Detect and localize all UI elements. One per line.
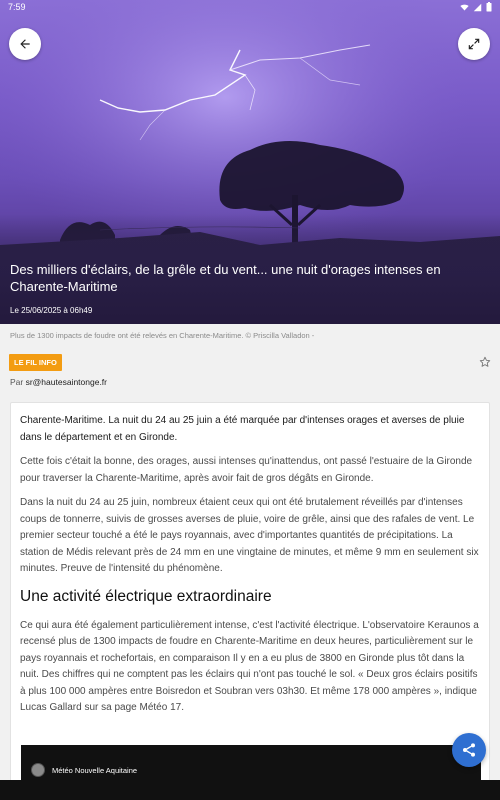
arrow-left-icon [20, 39, 30, 49]
author-line: Par sr@hautesaintonge.fr [10, 377, 107, 387]
article-body: Charente-Maritime. La nuit du 24 au 25 j… [10, 402, 490, 800]
article-paragraph: Cette fois c'était la bonne, des orages,… [20, 456, 473, 484]
star-outline-icon[interactable] [479, 356, 491, 368]
hero-image: Des milliers d'éclairs, de la grêle et d… [0, 0, 500, 324]
article-subheading: Une activité électrique extraordinaire [20, 587, 272, 605]
article-screen: Des milliers d'éclairs, de la grêle et d… [0, 0, 500, 800]
author-prefix: Par [10, 377, 26, 387]
system-navigation-bar [0, 780, 500, 800]
category-tag[interactable]: LE FIL INFO [9, 354, 62, 371]
article-paragraph: Ce qui aura été également particulièreme… [20, 619, 479, 714]
status-time: 7:59 [8, 2, 26, 12]
back-button[interactable] [9, 28, 41, 60]
battery-icon [486, 2, 492, 12]
wifi-icon [460, 4, 469, 10]
status-icons [460, 2, 492, 12]
status-bar: 7:59 [0, 0, 500, 14]
video-channel-name: Météo Nouvelle Aquitaine [52, 765, 138, 775]
share-button[interactable] [452, 733, 486, 767]
photo-caption: Plus de 1300 impacts de foudre ont été r… [10, 331, 315, 340]
signal-icon [473, 3, 482, 11]
publish-date: Le 25/06/2025 à 06h49 [10, 306, 93, 315]
share-icon [463, 743, 475, 757]
expand-button[interactable] [458, 28, 490, 60]
expand-icon [468, 38, 480, 50]
article-title: Des milliers d'éclairs, de la grêle et d… [10, 262, 441, 294]
author-email[interactable]: sr@hautesaintonge.fr [26, 377, 107, 387]
channel-avatar [31, 763, 45, 777]
article-paragraph: Dans la nuit du 24 au 25 juin, nombreux … [20, 497, 479, 574]
article-lead: Charente-Maritime. La nuit du 24 au 25 j… [20, 415, 465, 443]
